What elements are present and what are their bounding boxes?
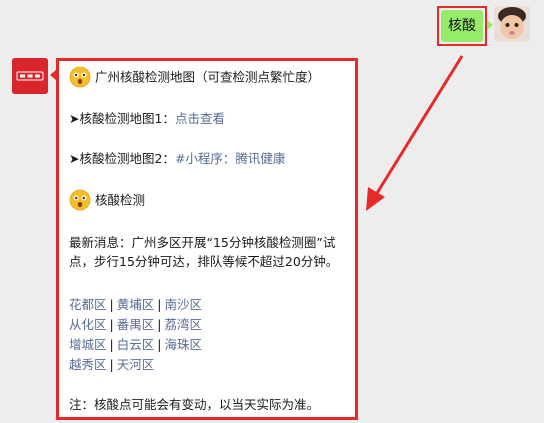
- district-link[interactable]: 增城区: [69, 337, 107, 352]
- incoming-message-bubble: 广州核酸检测地图（可查检测点繁忙度） ➤核酸检测地图1：点击查看 ➤核酸检测地图…: [56, 58, 358, 420]
- user-avatar[interactable]: [494, 6, 530, 42]
- district-row: 花都区 | 黄埔区 | 南沙区: [69, 295, 202, 314]
- reply-title: 广州核酸检测地图（可查检测点繁忙度）: [95, 69, 321, 85]
- district-link[interactable]: 花都区: [69, 297, 107, 312]
- separator: |: [157, 337, 162, 352]
- district-link[interactable]: 海珠区: [164, 337, 202, 352]
- map2-row: ➤核酸检测地图2：#小程序：腾讯健康: [69, 149, 285, 168]
- section-title: 核酸检测: [95, 192, 146, 208]
- district-link[interactable]: 荔湾区: [164, 317, 202, 332]
- district-row: 越秀区 | 天河区: [69, 355, 154, 374]
- district-row: 增城区 | 白云区 | 海珠区: [69, 335, 202, 354]
- district-link[interactable]: 番禺区: [117, 317, 155, 332]
- map1-link[interactable]: 点击查看: [175, 111, 225, 126]
- baby-avatar-icon: [494, 6, 530, 42]
- news-paragraph: 最新消息：广州多区开展“15分钟核酸检测圈”试点，步行15分钟可达，排队等候不超…: [69, 235, 339, 269]
- outgoing-bubble-tail: [487, 20, 493, 30]
- note-text: 注：核酸点可能会有变动，以当天实际为准。: [69, 397, 320, 412]
- district-link[interactable]: 天河区: [117, 357, 155, 372]
- map2-label: ➤核酸检测地图2：: [69, 151, 175, 166]
- separator: |: [109, 317, 114, 332]
- separator: |: [157, 317, 162, 332]
- separator: |: [109, 297, 114, 312]
- separator: |: [157, 297, 162, 312]
- map1-row: ➤核酸检测地图1：点击查看: [69, 109, 225, 128]
- outgoing-message-bubble[interactable]: 核酸: [441, 10, 483, 42]
- flushed-face-icon: [69, 189, 91, 211]
- district-link[interactable]: 黄埔区: [117, 297, 155, 312]
- district-link[interactable]: 从化区: [69, 317, 107, 332]
- district-link[interactable]: 白云区: [117, 337, 155, 352]
- separator: |: [109, 357, 114, 372]
- flushed-face-icon: [69, 66, 91, 88]
- district-row: 从化区 | 番禺区 | 荔湾区: [69, 315, 202, 334]
- brand-logo-icon: [12, 58, 48, 94]
- district-link[interactable]: 越秀区: [69, 357, 107, 372]
- map2-mini-program-link[interactable]: #小程序：腾讯健康: [175, 151, 285, 166]
- section-title-row: 核酸检测: [69, 189, 146, 212]
- district-link[interactable]: 南沙区: [164, 297, 202, 312]
- reply-title-row: 广州核酸检测地图（可查检测点繁忙度）: [69, 66, 321, 89]
- bot-avatar[interactable]: [12, 58, 48, 94]
- separator: |: [109, 337, 114, 352]
- map1-label: ➤核酸检测地图1：: [69, 111, 175, 126]
